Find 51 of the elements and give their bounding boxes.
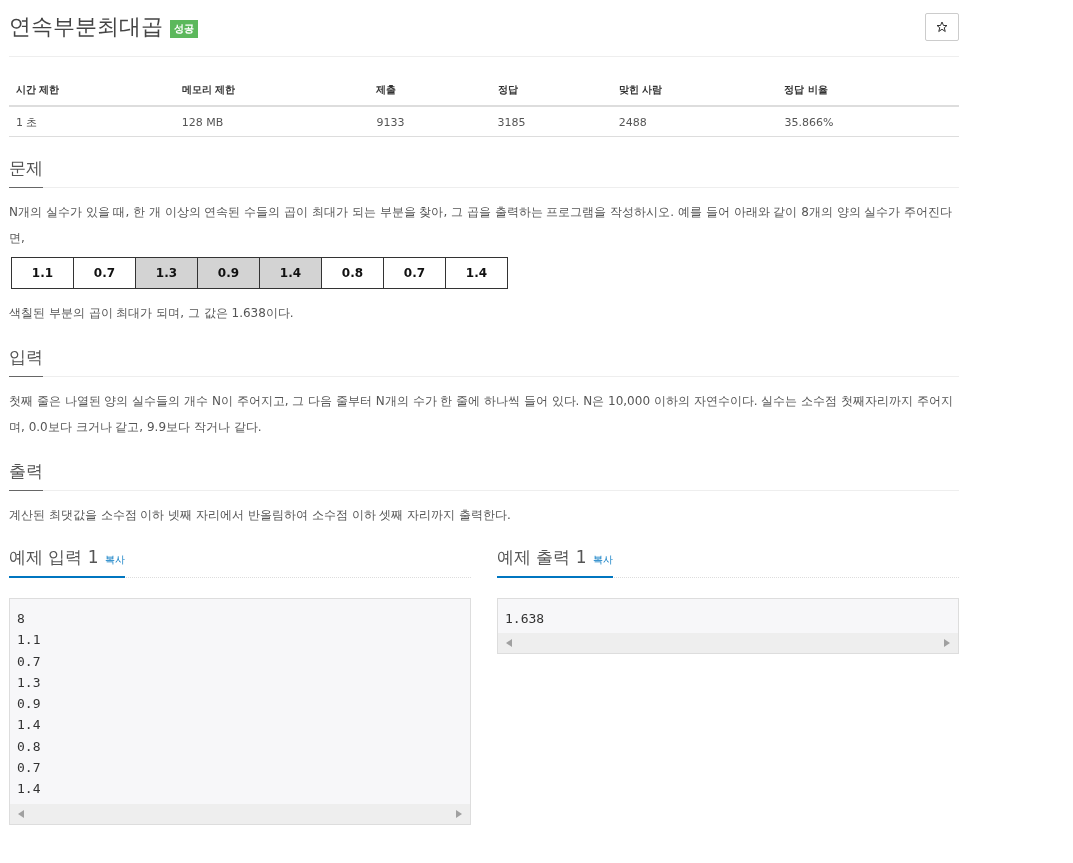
- table-cell: 2488: [611, 106, 778, 137]
- sample-heading: 예제 출력 1: [497, 546, 587, 569]
- column-header: 맞힌 사람: [611, 79, 778, 106]
- number-cell: 0.9: [197, 257, 260, 289]
- copy-link[interactable]: 복사: [592, 553, 613, 567]
- code-line: 0.9: [17, 695, 42, 714]
- column-header: 정답: [490, 79, 612, 106]
- table-cell: 1 초: [9, 106, 175, 137]
- table-cell: 128 MB: [174, 106, 370, 137]
- table-cell: 35.866%: [777, 106, 959, 137]
- number-cell: 1.3: [135, 257, 198, 289]
- problem-title: 연속부분최대곱: [9, 13, 163, 41]
- code-line: 0.8: [17, 737, 42, 756]
- column-header: 시간 제한: [9, 79, 175, 106]
- code-line: 8: [17, 610, 26, 628]
- number-cell: 1.4: [259, 257, 322, 289]
- horizontal-scrollbar[interactable]: [10, 803, 470, 824]
- scroll-left-icon[interactable]: [18, 809, 24, 818]
- number-cell: 0.8: [321, 257, 384, 289]
- scroll-right-icon[interactable]: [456, 809, 462, 818]
- number-cell: 1.4: [445, 257, 508, 289]
- number-cell: 1.1: [11, 257, 74, 289]
- table-cell: 9133: [369, 106, 491, 137]
- code-line: 1.4: [17, 780, 42, 799]
- code-line: 0.7: [17, 759, 42, 778]
- star-icon: [936, 21, 948, 33]
- status-badge: 성공: [170, 20, 198, 38]
- code-line: 1.4: [17, 716, 42, 735]
- number-cell: 0.7: [383, 257, 446, 289]
- sample-heading: 예제 입력 1: [9, 546, 99, 569]
- column-header: 메모리 제한: [174, 79, 370, 106]
- paragraph: N개의 실수가 있을 때, 한 개 이상의 연속된 수들의 곱이 최대가 되는 부분을 찾아, 그 곱을 출력하는 프로그램을 작성하시오. 예를 들어 아래와 같이 8개의 양의 실수가 주어진다면,: [9, 204, 954, 247]
- horizontal-scrollbar[interactable]: [498, 633, 958, 654]
- number-cell: 0.7: [73, 257, 136, 289]
- paragraph: 계산된 최댓값을 소수점 이하 넷째 자리에서 반올림하여 소수점 이하 셋째 자리까지 출력한다.: [9, 507, 512, 524]
- code-line: 1.638: [505, 610, 546, 628]
- column-header: 제출: [369, 79, 491, 106]
- copy-link[interactable]: 복사: [104, 553, 125, 567]
- column-header: 정답 비율: [777, 79, 959, 106]
- favorite-button[interactable]: [925, 13, 959, 41]
- section-heading: 출력: [9, 460, 43, 491]
- paragraph: 첫째 줄은 나열된 양의 실수들의 개수 N이 주어지고, 그 다음 줄부터 N개의 수가 한 줄에 하나씩 들어 있다. N은 10,000 이하의 자연수이다. 실수는 소수점 첫째자리까지 주어지며, 0.0보다 크거나 같고, 9.9보다 작거나 같다.: [9, 393, 954, 436]
- section-heading: 문제: [9, 157, 43, 188]
- table-cell: 3185: [490, 106, 612, 137]
- code-line: 0.7: [17, 652, 42, 671]
- scroll-right-icon[interactable]: [944, 639, 950, 648]
- code-line: 1.1: [17, 631, 42, 650]
- scroll-left-icon[interactable]: [506, 639, 512, 648]
- section-heading: 입력: [9, 346, 43, 377]
- code-line: 1.3: [17, 673, 42, 692]
- paragraph: 색칠된 부분의 곱이 최대가 되며, 그 값은 1.638이다.: [9, 305, 295, 322]
